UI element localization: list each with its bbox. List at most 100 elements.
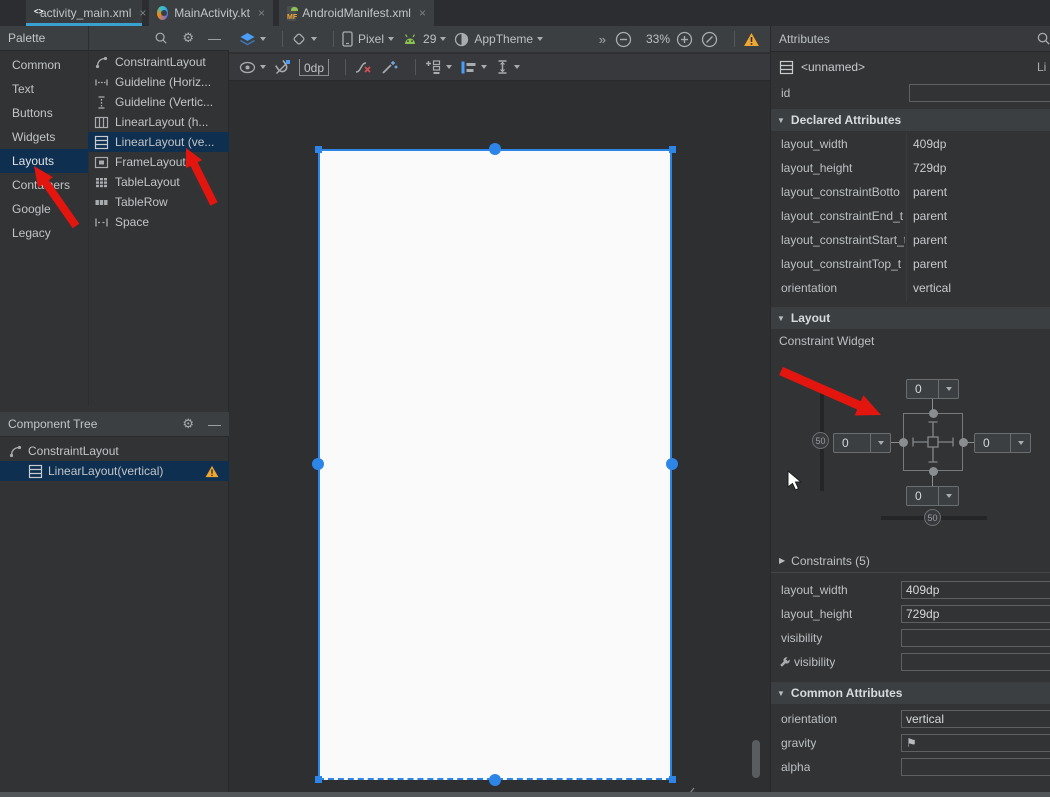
canvas-vertical-scrollbar[interactable] [752, 740, 760, 778]
palette-item-label: Guideline (Horiz... [115, 75, 211, 89]
id-input[interactable] [909, 84, 1050, 102]
tab-activity-main-xml[interactable]: activity_main.xml × [26, 0, 142, 26]
default-margins-button[interactable]: 0dp [299, 59, 329, 76]
pack-button[interactable] [424, 59, 452, 75]
design-canvas[interactable] [229, 82, 770, 792]
alpha-input[interactable] [901, 758, 1050, 776]
widget-anchor-top[interactable] [929, 409, 938, 418]
palette-category-buttons[interactable]: Buttons [0, 101, 88, 125]
palette-item-linearlayout-horizontal[interactable]: LinearLayout (h... [88, 112, 229, 132]
tab-androidmanifest-xml[interactable]: AndroidManifest.xml × [279, 0, 434, 26]
clear-constraints-button[interactable] [354, 59, 373, 75]
constraint-anchor-left[interactable] [312, 458, 324, 470]
orientation-button[interactable] [291, 31, 317, 47]
warnings-button[interactable] [743, 32, 760, 47]
constraint-anchor-right[interactable] [666, 458, 678, 470]
margin-left-dropdown[interactable]: 0 [833, 433, 891, 453]
autoconnect-toggle[interactable] [274, 59, 291, 76]
design-surface-mode-button[interactable] [239, 32, 266, 47]
margin-right-dropdown[interactable]: 0 [974, 433, 1031, 453]
section-constraints[interactable]: ▶ Constraints (5) [771, 549, 1050, 573]
constraint-anchor-top[interactable] [489, 143, 501, 155]
palette-item-framelayout[interactable]: FrameLayout [88, 152, 229, 172]
layout-width-input[interactable]: 409dp [901, 581, 1050, 599]
theme-label: AppTheme [474, 32, 533, 46]
theme-selector[interactable]: AppTheme [454, 32, 543, 47]
selection-corner-top-right[interactable] [669, 146, 676, 153]
selection-corner-top-left[interactable] [315, 146, 322, 153]
palette-item-tablerow[interactable]: TableRow [88, 192, 229, 212]
search-icon[interactable] [1036, 31, 1050, 46]
device-selector[interactable]: Pixel [342, 31, 394, 47]
margin-top-dropdown[interactable]: 0 [906, 379, 959, 399]
view-options-button[interactable] [239, 61, 266, 74]
flag-icon[interactable]: ⚑ [906, 736, 917, 750]
widget-anchor-bottom[interactable] [929, 467, 938, 476]
space-icon [94, 215, 110, 230]
align-button[interactable] [460, 60, 487, 75]
attr-row-constraint-bottom[interactable]: layout_constraintBottoparent [771, 181, 1050, 205]
search-icon[interactable] [154, 31, 168, 45]
layout-height-input[interactable]: 729dp [901, 605, 1050, 623]
infer-constraints-button[interactable] [381, 59, 399, 75]
zoom-to-fit-button[interactable] [701, 31, 718, 48]
tab-mainactivity-kt[interactable]: MainActivity.kt × [149, 0, 273, 26]
selection-corner-bottom-left[interactable] [315, 776, 322, 783]
tree-node-constraintlayout[interactable]: ConstraintLayout [0, 441, 229, 461]
palette-item-guideline-horizontal[interactable]: Guideline (Horiz... [88, 72, 229, 92]
palette-item-tablelayout[interactable]: TableLayout [88, 172, 229, 192]
palette-item-linearlayout-vertical[interactable]: LinearLayout (ve... [88, 132, 229, 152]
section-layout[interactable]: ▼ Layout [771, 307, 1050, 329]
gear-icon[interactable]: ⚙ [182, 416, 194, 432]
expand-distribute-button[interactable] [495, 59, 520, 75]
widget-anchor-right[interactable] [959, 438, 968, 447]
attr-row-constraint-start[interactable]: layout_constraintStart_tparent [771, 229, 1050, 253]
attr-row-layout-width[interactable]: layout_width409dp [771, 133, 1050, 157]
attr-row-constraint-top[interactable]: layout_constraintTop_tparent [771, 253, 1050, 277]
horizontal-bias-handle[interactable]: 50 [924, 509, 941, 526]
tools-visibility-input[interactable] [901, 653, 1050, 671]
gear-icon[interactable]: ⚙ [182, 30, 194, 46]
tree-node-linearlayout-vertical[interactable]: LinearLayout(vertical) [0, 461, 229, 481]
widget-anchor-left[interactable] [899, 438, 908, 447]
palette-item-constraintlayout[interactable]: ConstraintLayout [88, 52, 229, 72]
attr-row-layout-height[interactable]: layout_height729dp [771, 157, 1050, 181]
palette-category-common[interactable]: Common [0, 53, 88, 77]
palette-item-guideline-vertical[interactable]: Guideline (Vertic... [88, 92, 229, 112]
palette-item-label: FrameLayout [115, 155, 186, 169]
visibility-input[interactable] [901, 629, 1050, 647]
editor-tab-bar: activity_main.xml × MainActivity.kt × An… [0, 0, 1050, 26]
tab-label: activity_main.xml [40, 6, 131, 20]
orientation-input[interactable]: vertical [901, 710, 1050, 728]
palette-category-layouts[interactable]: Layouts [0, 149, 88, 173]
palette-category-google[interactable]: Google [0, 197, 88, 221]
device-screen-linearlayout[interactable] [318, 149, 672, 780]
palette-category-widgets[interactable]: Widgets [0, 125, 88, 149]
constraint-anchor-bottom[interactable] [489, 774, 501, 786]
section-title: Common Attributes [791, 686, 903, 700]
common-row-gravity: gravity ⚑ [771, 732, 1050, 756]
section-title: Constraints (5) [791, 554, 870, 568]
gravity-input[interactable]: ⚑ [901, 734, 1050, 752]
section-declared-attributes[interactable]: ▼ Declared Attributes [771, 109, 1050, 131]
toolbar-overflow-button[interactable]: » [599, 32, 607, 47]
minimize-icon[interactable]: — [208, 417, 221, 432]
margin-bottom-dropdown[interactable]: 0 [906, 486, 959, 506]
palette-category-containers[interactable]: Containers [0, 173, 88, 197]
close-icon[interactable]: × [139, 6, 146, 20]
close-icon[interactable]: × [419, 6, 426, 20]
zoom-out-button[interactable] [615, 31, 632, 48]
attr-row-constraint-end[interactable]: layout_constraintEnd_tparent [771, 205, 1050, 229]
section-common-attributes[interactable]: ▼ Common Attributes [771, 682, 1050, 704]
palette-item-space[interactable]: Space [88, 212, 229, 232]
palette-category-text[interactable]: Text [0, 77, 88, 101]
zoom-in-button[interactable] [676, 31, 693, 48]
palette-category-legacy[interactable]: Legacy [0, 221, 88, 245]
attr-row-orientation[interactable]: orientationvertical [771, 277, 1050, 301]
api-level-selector[interactable]: 29 [402, 32, 446, 46]
minimize-icon[interactable]: — [208, 31, 221, 46]
close-icon[interactable]: × [258, 6, 265, 20]
selection-corner-bottom-right[interactable] [669, 776, 676, 783]
palette-item-label: TableRow [115, 195, 168, 209]
vertical-bias-handle[interactable]: 50 [812, 432, 829, 449]
